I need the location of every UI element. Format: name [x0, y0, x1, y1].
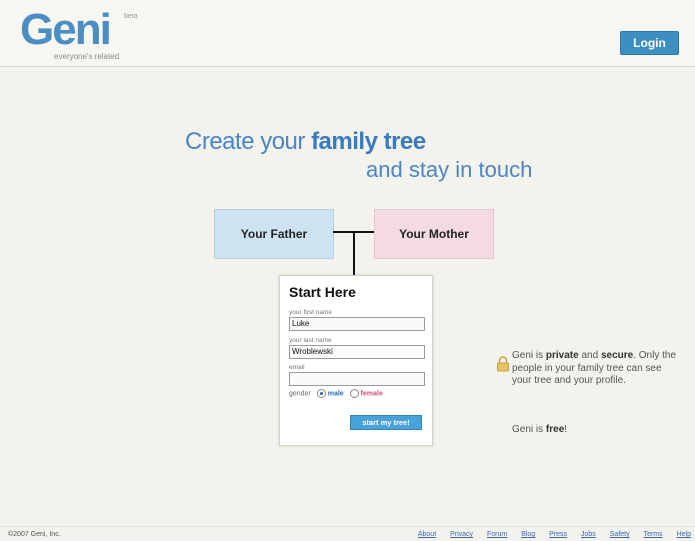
- footer-link-forum[interactable]: Forum: [487, 531, 507, 538]
- lock-icon: [497, 356, 509, 372]
- info-and: and: [578, 350, 601, 361]
- footer-link-safety[interactable]: Safety: [610, 531, 630, 538]
- header: Geni beta everyone's related Login: [0, 0, 695, 67]
- start-here-form: Start Here your first name Luke your las…: [279, 275, 433, 446]
- copyright: ©2007 Geni, Inc.: [8, 531, 61, 538]
- footer-link-jobs[interactable]: Jobs: [581, 531, 596, 538]
- logo-tagline: everyone's related: [54, 52, 120, 61]
- footer-links: About Privacy Forum Blog Press Jobs Safe…: [406, 531, 691, 538]
- geni-logo[interactable]: Geni beta everyone's related: [20, 8, 140, 62]
- logo-text: Geni: [20, 5, 112, 54]
- female-radio[interactable]: [349, 389, 359, 398]
- first-name-input[interactable]: Luke: [289, 317, 425, 331]
- free-suffix: !: [564, 424, 568, 435]
- email-input[interactable]: [289, 372, 425, 386]
- form-title: Start Here: [289, 284, 356, 300]
- free-word: free: [545, 424, 565, 435]
- footer: ©2007 Geni, Inc. About Privacy Forum Blo…: [0, 526, 695, 541]
- free-info: Geni is free!: [512, 424, 567, 435]
- first-name-label: your first name: [289, 309, 332, 316]
- footer-link-press[interactable]: Press: [549, 531, 567, 538]
- headline: Create your family tree: [185, 128, 426, 156]
- info-prefix: Geni is: [512, 350, 546, 361]
- free-prefix: Geni is: [512, 424, 546, 435]
- privacy-info: Geni is private and secure. Only the peo…: [512, 350, 682, 388]
- info-secure: secure: [600, 350, 634, 361]
- headline-plain: Create your: [185, 128, 312, 155]
- footer-link-terms[interactable]: Terms: [644, 531, 663, 538]
- start-my-tree-button[interactable]: start my tree!: [350, 415, 422, 430]
- login-button[interactable]: Login: [620, 31, 679, 55]
- female-label[interactable]: female: [361, 390, 383, 397]
- footer-link-privacy[interactable]: Privacy: [450, 531, 473, 538]
- footer-link-help[interactable]: Help: [677, 531, 691, 538]
- subheadline: and stay in touch: [366, 157, 533, 182]
- your-mother-box[interactable]: Your Mother: [374, 209, 494, 259]
- male-radio[interactable]: [316, 389, 326, 398]
- footer-link-blog[interactable]: Blog: [521, 531, 535, 538]
- gender-label: gender: [289, 390, 311, 398]
- last-name-input[interactable]: Wroblewski: [289, 345, 425, 359]
- male-label[interactable]: male: [328, 390, 344, 397]
- info-private: private: [545, 350, 579, 361]
- email-label: email: [289, 364, 305, 371]
- last-name-label: your last name: [289, 337, 332, 344]
- your-father-box[interactable]: Your Father: [214, 209, 334, 259]
- logo-beta: beta: [124, 13, 138, 20]
- tree-connector-vertical: [353, 231, 355, 275]
- footer-link-about[interactable]: About: [418, 531, 436, 538]
- gender-row: gender male female: [289, 389, 383, 398]
- headline-bold: family tree: [311, 128, 426, 155]
